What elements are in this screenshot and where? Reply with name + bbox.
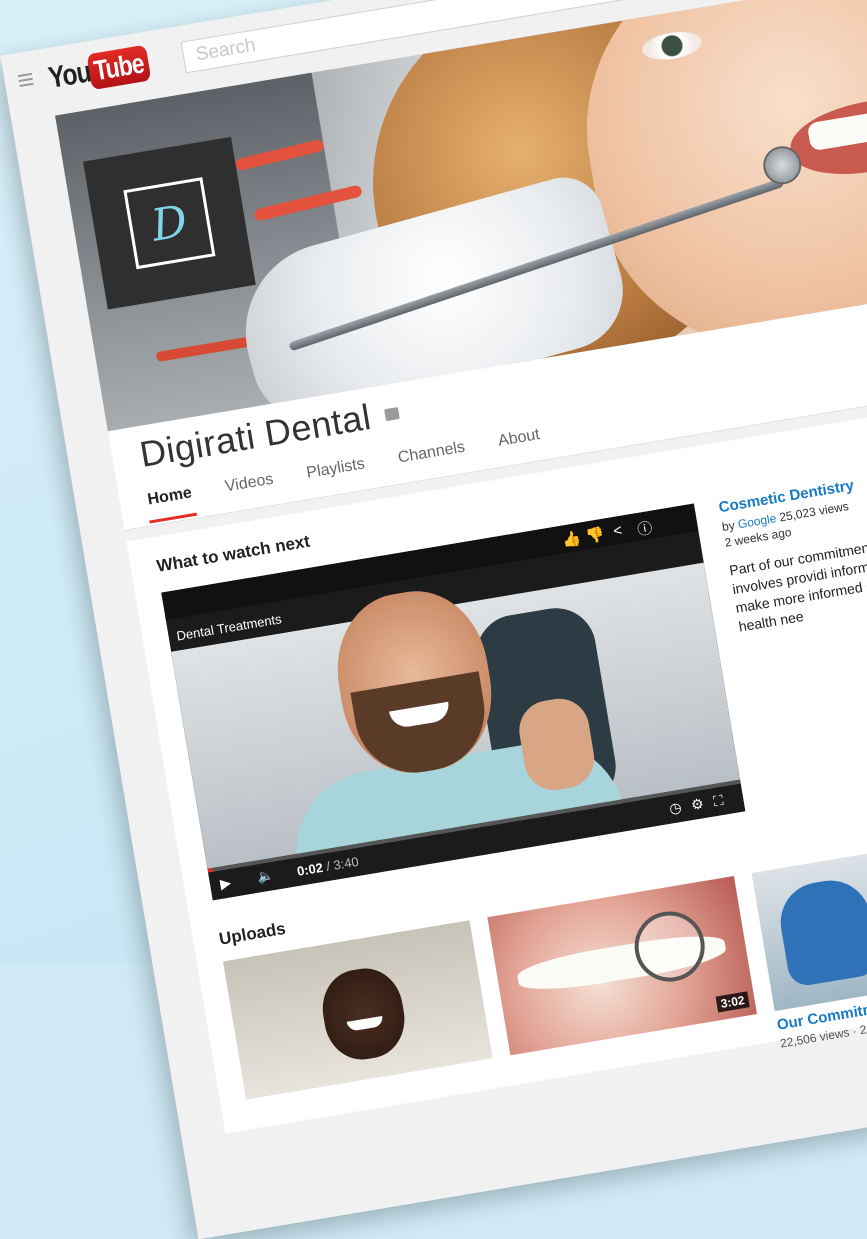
featured-video-info: Cosmetic Dentistry by Google 25,023 view… <box>718 450 867 637</box>
like-icon[interactable]: 👍 <box>561 529 582 550</box>
verified-icon <box>384 407 400 422</box>
player-settings-group: ◷⚙⛶ <box>668 790 735 817</box>
what-to-watch-heading: What to watch next <box>155 531 312 576</box>
browser-page: You Tube Search D Digirati Dental Home V… <box>0 0 867 1239</box>
upload-thumbnail[interactable] <box>222 920 493 1100</box>
tab-about[interactable]: About <box>497 426 543 461</box>
logo-you-text: You <box>46 55 94 95</box>
tab-home[interactable]: Home <box>146 484 194 519</box>
by-label: by <box>720 518 736 535</box>
info-icon[interactable]: ⓘ <box>636 517 654 540</box>
watch-later-icon[interactable]: ◷ <box>668 797 693 816</box>
video-player[interactable]: 👍 👎 < ⓘ Dental Treatments ▶ 🔈 0:02 / 3:4… <box>161 503 746 901</box>
upload-thumbnail[interactable] <box>751 839 867 1012</box>
tab-playlists[interactable]: Playlists <box>305 455 368 492</box>
duration-badge: 3:02 <box>715 991 750 1013</box>
tab-channels[interactable]: Channels <box>397 439 468 478</box>
volume-icon[interactable]: 🔈 <box>256 867 275 885</box>
uploads-heading: Uploads <box>217 918 287 949</box>
hamburger-menu-icon[interactable] <box>17 72 34 90</box>
duration: / 3:40 <box>325 853 360 874</box>
dislike-icon[interactable]: 👎 <box>584 525 606 546</box>
tab-videos[interactable]: Videos <box>224 471 277 507</box>
gear-icon[interactable]: ⚙ <box>690 793 715 813</box>
youtube-logo[interactable]: You Tube <box>46 41 165 97</box>
share-icon[interactable]: < <box>612 522 623 540</box>
logo-tube-text: Tube <box>86 44 152 91</box>
play-icon[interactable]: ▶ <box>219 874 232 893</box>
fullscreen-icon[interactable]: ⛶ <box>712 790 734 809</box>
current-time: 0:02 <box>295 859 325 879</box>
upload-thumbnail[interactable]: 3:02 <box>487 875 757 1056</box>
time-display: 0:02 / 3:40 <box>296 854 360 879</box>
channel-avatar[interactable]: D <box>83 136 256 310</box>
avatar-letter: D <box>123 177 216 270</box>
